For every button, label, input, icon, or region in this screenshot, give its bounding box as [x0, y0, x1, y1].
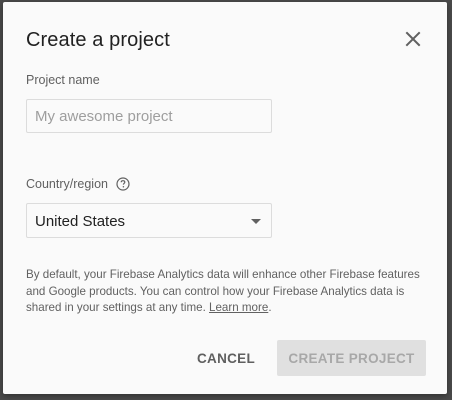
project-name-input[interactable] — [26, 99, 272, 133]
cancel-button[interactable]: CANCEL — [186, 340, 266, 376]
country-region-selected-value: United States — [35, 213, 126, 230]
close-icon — [405, 31, 421, 47]
create-project-dialog: Create a project Project name Country/re… — [3, 2, 447, 394]
country-region-select[interactable]: United States — [26, 203, 272, 238]
learn-more-link[interactable]: Learn more — [209, 301, 268, 314]
country-region-label: Country/region — [26, 177, 108, 191]
project-name-label: Project name — [26, 73, 100, 87]
create-project-button[interactable]: CREATE PROJECT — [277, 340, 426, 376]
dialog-title: Create a project — [26, 29, 170, 51]
close-button[interactable] — [401, 27, 425, 51]
disclaimer-suffix: . — [268, 301, 272, 314]
help-circle-icon[interactable] — [116, 177, 130, 191]
analytics-disclaimer: By default, your Firebase Analytics data… — [26, 267, 431, 317]
dropdown-arrow-icon — [251, 219, 261, 224]
country-region-label-row: Country/region — [26, 177, 130, 191]
